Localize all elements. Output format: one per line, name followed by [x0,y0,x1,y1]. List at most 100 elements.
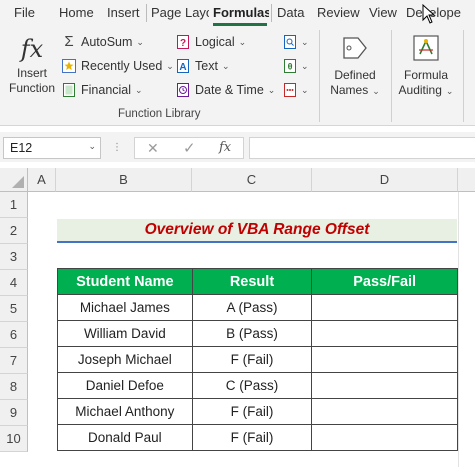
autosum-button[interactable]: Σ AutoSum ⌄ [62,34,144,49]
chevron-down-icon: ⌄ [238,36,247,47]
defined-names-button[interactable]: Defined Names ⌄ [325,32,385,99]
insert-function-icon[interactable]: fx [219,140,231,155]
row-header-6[interactable]: 6 [0,322,28,348]
text-button[interactable]: A Text ⌄ [176,59,229,73]
logical-button[interactable]: ? Logical ⌄ [176,35,246,49]
cell-student-name[interactable]: Daniel Defoe [57,372,193,399]
select-all-corner[interactable] [0,168,28,192]
autosum-label: AutoSum [81,35,133,49]
cancel-icon[interactable]: ✕ [147,140,159,157]
insert-function-button[interactable]: 𝑓x Insert Function [4,34,60,96]
recently-used-button[interactable]: Recently Used ⌄ [62,59,174,73]
row-header-5[interactable]: 5 [0,296,28,322]
cell-pass-fail[interactable] [311,398,458,425]
chevron-down-icon: ⌄ [267,84,276,95]
cell-student-name[interactable]: Michael James [57,294,193,321]
chevron-down-icon: ⌄ [301,60,309,71]
text-a-icon: A [176,59,190,73]
cell-pass-fail[interactable] [311,320,458,347]
tab-page-layout[interactable]: Page Layo [151,5,209,20]
sheet-title[interactable]: Overview of VBA Range Offset [57,219,457,243]
tab-formulas[interactable]: Formulas [213,5,269,20]
svg-text:A: A [179,62,186,73]
formula-auditing-button[interactable]: Formula Auditing ⌄ [395,32,457,99]
cell-result[interactable]: A (Pass) [191,294,313,321]
row-header-3[interactable]: 3 [0,244,28,270]
column-header-a[interactable]: A [28,168,56,192]
cell-pass-fail[interactable] [311,424,458,451]
insert-function-label-2: Function [8,81,56,95]
cell-result[interactable]: F (Fail) [191,346,313,373]
clock-book-icon [176,83,190,97]
cell-pass-fail[interactable] [311,372,458,399]
table-row: William David B (Pass) [57,320,458,347]
tag-icon [343,37,367,59]
column-header-e[interactable] [458,168,475,192]
tab-data[interactable]: Data [277,5,304,20]
column-header-c[interactable]: C [192,168,312,192]
function-library-group-label: Function Library [118,108,201,120]
column-header-d[interactable]: D [312,168,458,192]
cell-result[interactable]: F (Fail) [191,398,313,425]
logical-label: Logical [195,35,235,49]
row-header-8[interactable]: 8 [0,374,28,400]
tab-developer[interactable]: Develope [406,5,468,20]
tab-insert[interactable]: Insert [107,5,140,20]
table-row: Joseph Michael F (Fail) [57,346,458,373]
date-time-label: Date & Time [195,83,264,97]
tab-review[interactable]: Review [317,5,360,20]
chevron-down-icon: ⌄ [135,84,143,95]
header-result[interactable]: Result [191,268,313,295]
cell-pass-fail[interactable] [311,346,458,373]
tab-file[interactable]: File [14,5,35,20]
row-header-7[interactable]: 7 [0,348,28,374]
cell-result[interactable]: C (Pass) [191,372,313,399]
table-row: Daniel Defoe C (Pass) [57,372,458,399]
financial-button[interactable]: Financial ⌄ [62,83,143,97]
book-icon [62,83,76,97]
chevron-down-icon[interactable]: ⌄ [88,141,96,152]
chevron-down-icon: ⌄ [221,60,230,71]
row-header-10[interactable]: 10 [0,426,28,452]
table-row: Donald Paul F (Fail) [57,424,458,451]
row-header-4[interactable]: 4 [0,270,28,296]
row-header-2[interactable]: 2 [0,218,28,244]
student-table: Student Name Result Pass/Fail Michael Ja… [57,268,458,451]
chevron-down-icon: ⌄ [301,36,309,47]
name-box[interactable]: E12 ⌄ [3,137,101,159]
row-header-9[interactable]: 9 [0,400,28,426]
tab-home[interactable]: Home [59,5,94,20]
mouse-cursor-icon [422,4,436,24]
cell-student-name[interactable]: Donald Paul [57,424,193,451]
spreadsheet-grid: A B C D 1 2 3 4 5 6 7 8 9 10 Overview of… [0,168,475,467]
cell-student-name[interactable]: William David [57,320,193,347]
recently-used-label: Recently Used [81,59,163,73]
lookup-reference-button[interactable]: ⌄ [283,35,309,49]
math-trig-button[interactable]: θ ⌄ [283,59,309,73]
table-header-row: Student Name Result Pass/Fail [57,268,458,295]
cell-result[interactable]: F (Fail) [191,424,313,451]
cell-result[interactable]: B (Pass) [191,320,313,347]
lookup-icon [284,35,296,49]
chevron-down-icon: ⌄ [166,60,174,71]
column-header-b[interactable]: B [56,168,192,192]
enter-icon[interactable]: ✓ [183,139,196,157]
chevron-down-icon: ⌄ [136,36,144,47]
name-box-value: E12 [10,141,33,155]
defined-names-label-1: Defined [334,68,376,82]
cell-pass-fail[interactable] [311,294,458,321]
table-row: Michael Anthony F (Fail) [57,398,458,425]
cell-student-name[interactable]: Joseph Michael [57,346,193,373]
formula-auditing-label-1: Formula [403,68,448,82]
cell-student-name[interactable]: Michael Anthony [57,398,193,425]
row-header-1[interactable]: 1 [0,192,28,218]
splitter-handle-icon[interactable]: ⋮ [112,142,122,153]
tab-view[interactable]: View [369,5,397,20]
tab-divider [271,4,272,22]
header-student-name[interactable]: Student Name [57,268,193,295]
header-pass-fail[interactable]: Pass/Fail [311,268,458,295]
date-time-button[interactable]: Date & Time ⌄ [176,83,275,97]
math-trig-icon: θ [284,59,296,73]
more-functions-button[interactable]: ⌄ [283,83,309,97]
formula-input[interactable] [249,137,475,159]
